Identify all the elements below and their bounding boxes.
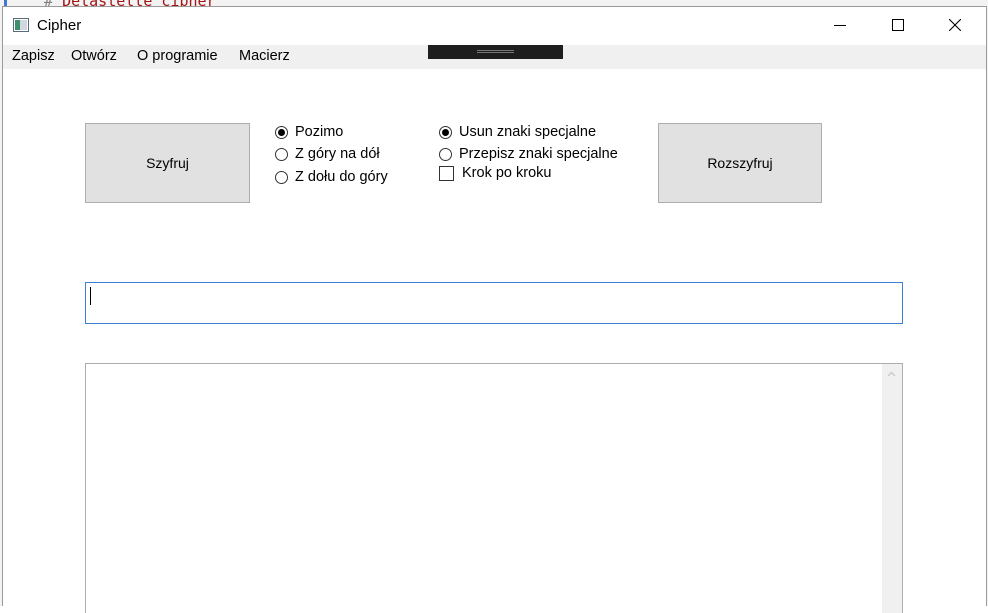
checkbox-box xyxy=(439,165,454,181)
window-title: Cipher xyxy=(37,17,82,34)
radio-indicator xyxy=(439,125,452,139)
radio-label: Usun znaki specjalne xyxy=(459,124,597,140)
radio-label: Z góry na dół xyxy=(295,146,380,162)
radio-label: Przepisz znaki specjalne xyxy=(459,146,618,162)
radio-copy-special[interactable]: Przepisz znaki specjalne xyxy=(439,146,618,162)
output-textarea[interactable] xyxy=(85,363,903,613)
radio-horizontal[interactable]: Pozimo xyxy=(275,124,343,140)
cipher-input[interactable] xyxy=(85,282,903,324)
radio-label: Z dołu do góry xyxy=(295,169,388,185)
close-icon xyxy=(949,19,961,31)
checkbox-label: Krok po kroku xyxy=(462,165,552,181)
vertical-scrollbar[interactable] xyxy=(882,364,902,613)
decrypt-button[interactable]: Rozszyfruj xyxy=(658,123,822,203)
menu-item-matrix[interactable]: Macierz xyxy=(239,48,290,64)
radio-label: Pozimo xyxy=(295,124,344,140)
menu-item-save[interactable]: Zapisz xyxy=(12,48,55,64)
minimize-button[interactable] xyxy=(810,7,868,45)
cipher-window: Cipher Zapisz Otwórz O programie Macierz… xyxy=(2,6,987,613)
radio-indicator xyxy=(439,147,452,161)
radio-indicator xyxy=(275,147,288,161)
debug-toolbar-handle[interactable] xyxy=(428,45,563,59)
step-by-step-checkbox[interactable]: Krok po kroku xyxy=(439,165,551,181)
close-button[interactable] xyxy=(926,7,984,45)
title-bar[interactable]: Cipher xyxy=(3,7,986,45)
scroll-up-arrow-icon[interactable] xyxy=(887,370,896,379)
encrypt-button[interactable]: Szyfruj xyxy=(85,123,250,203)
menu-item-open[interactable]: Otwórz xyxy=(71,48,117,64)
app-icon xyxy=(13,18,29,32)
radio-indicator xyxy=(275,125,288,139)
radio-top-down[interactable]: Z góry na dół xyxy=(275,146,380,162)
maximize-button[interactable] xyxy=(868,7,926,45)
menu-item-about[interactable]: O programie xyxy=(137,48,218,64)
radio-remove-special[interactable]: Usun znaki specjalne xyxy=(439,124,596,140)
radio-bottom-up[interactable]: Z dołu do góry xyxy=(275,169,388,185)
radio-indicator xyxy=(275,170,288,184)
text-caret xyxy=(90,287,91,305)
